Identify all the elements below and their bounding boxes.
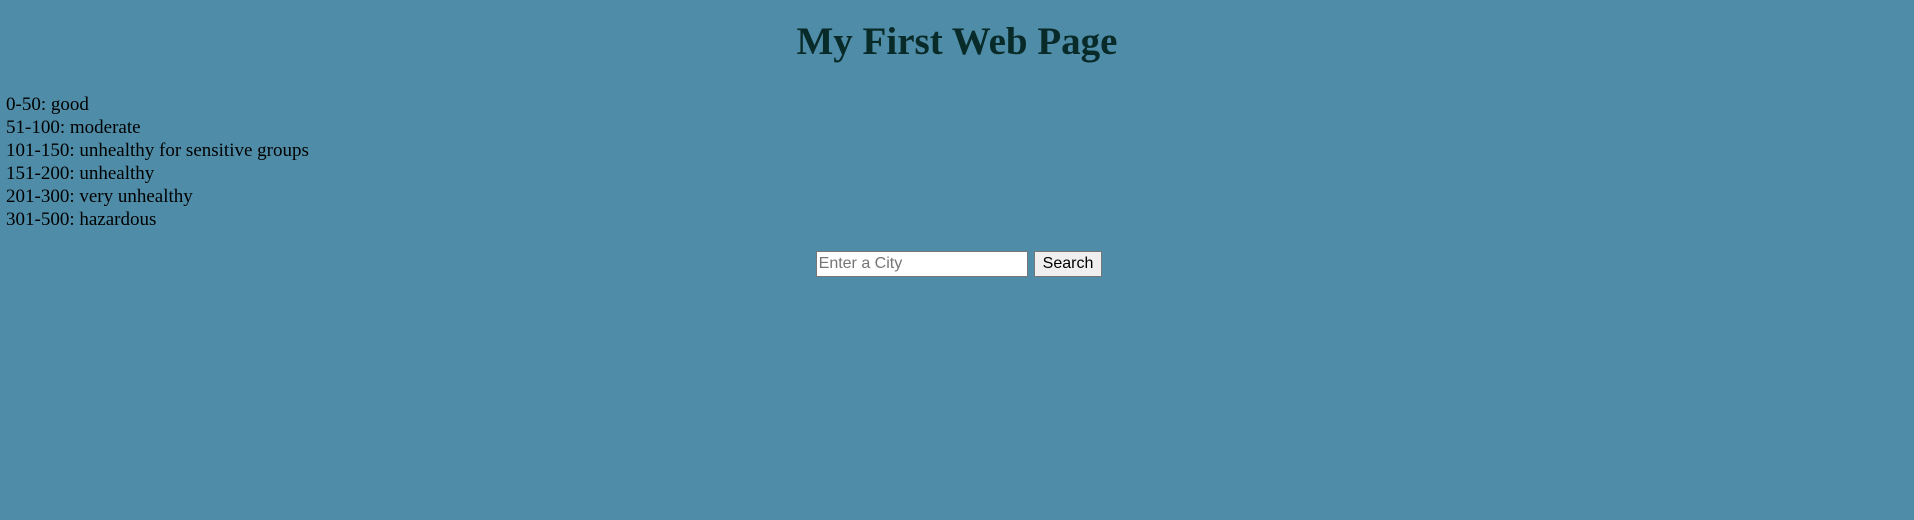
- aqi-level-good: 0-50: good: [6, 94, 89, 115]
- aqi-level-unhealthy: 151-200: unhealthy: [6, 163, 155, 184]
- aqi-scale-list: 0-50: good 51-100: moderate 101-150: unh…: [6, 93, 309, 231]
- aqi-level-hazardous: 301-500: hazardous: [6, 209, 157, 230]
- search-button[interactable]: Search: [1033, 251, 1103, 277]
- page-title: My First Web Page: [796, 20, 1118, 63]
- aqi-level-very-unhealthy: 201-300: very unhealthy: [6, 186, 193, 207]
- city-search-input[interactable]: [815, 251, 1028, 277]
- aqi-level-moderate: 51-100: moderate: [6, 117, 141, 138]
- search-form: Search: [0, 251, 1914, 277]
- aqi-level-unhealthy-sensitive: 101-150: unhealthy for sensitive groups: [6, 140, 309, 161]
